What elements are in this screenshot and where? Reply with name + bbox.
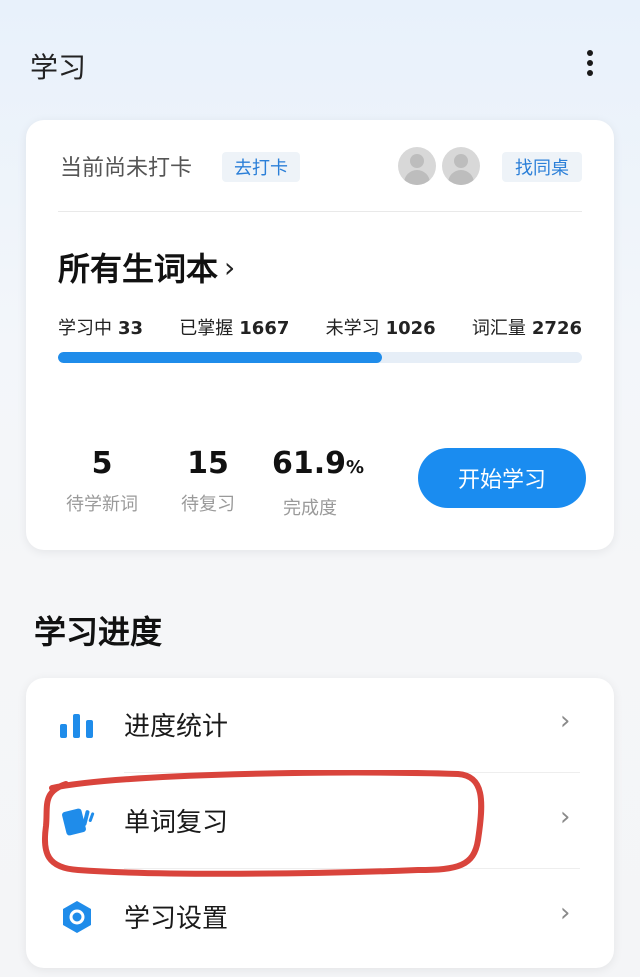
bar-chart-icon	[58, 708, 98, 742]
menu-item-label: 进度统计	[124, 712, 229, 742]
metric-completion: 61.9% 完成度	[272, 446, 364, 520]
chevron-right-icon: ›	[224, 250, 236, 284]
menu-item-word-review[interactable]: 单词复习 ›	[26, 774, 614, 868]
stat-value: 33	[118, 318, 144, 339]
progress-menu-card: 进度统计 › 单词复习 › 学习设置 ›	[26, 678, 614, 968]
stat-learning: 学习中 33	[58, 314, 143, 342]
stat-vocabulary: 词汇量 2726	[472, 314, 582, 342]
find-deskmate-button[interactable]: 找同桌	[502, 152, 582, 182]
menu-item-label: 单词复习	[124, 808, 229, 838]
flashcards-icon	[58, 804, 98, 838]
progress-bar-fill	[58, 352, 383, 363]
stat-unlearned: 未学习 1026	[326, 314, 436, 342]
checkin-button[interactable]: 去打卡	[222, 152, 300, 182]
card-divider	[58, 211, 582, 212]
hexagon-settings-icon	[58, 900, 98, 934]
list-divider	[124, 868, 580, 869]
metric-label: 待复习	[181, 494, 235, 515]
section-title: 学习进度	[34, 613, 163, 651]
stat-value: 1667	[239, 318, 290, 339]
vocab-book-name: 所有生词本	[58, 250, 219, 288]
metric-value: 5	[91, 446, 113, 481]
stat-value: 1026	[385, 318, 436, 339]
deskmate-avatar-2[interactable]	[442, 147, 480, 185]
chevron-right-icon: ›	[560, 706, 571, 736]
stat-label: 词汇量	[471, 318, 526, 339]
avatar-body	[404, 170, 430, 185]
metric-label: 待学新词	[66, 494, 138, 515]
more-dot	[587, 70, 593, 76]
stat-value: 2726	[531, 318, 582, 339]
more-vertical-icon[interactable]	[578, 46, 602, 80]
page-title: 学习	[30, 51, 87, 84]
more-dot	[587, 50, 593, 56]
menu-item-study-settings[interactable]: 学习设置 ›	[26, 870, 614, 964]
avatar-body	[448, 170, 474, 185]
stat-label: 未学习	[325, 318, 380, 339]
chevron-right-icon: ›	[560, 898, 571, 928]
more-dot	[587, 60, 593, 66]
avatar-head	[410, 154, 424, 168]
chevron-right-icon: ›	[560, 802, 571, 832]
metric-new-words: 5 待学新词	[62, 446, 142, 516]
checkin-status: 当前尚未打卡	[60, 156, 193, 181]
avatar-head	[454, 154, 468, 168]
start-learning-button[interactable]: 开始学习	[418, 448, 586, 508]
progress-bar	[58, 352, 582, 363]
word-stats-row: 学习中 33 已掌握 1667 未学习 1026 词汇量 2726	[58, 314, 582, 342]
vocab-book-title[interactable]: 所有生词本 ›	[58, 244, 235, 290]
top-bar: 学习	[0, 0, 640, 110]
menu-item-progress-stats[interactable]: 进度统计 ›	[26, 678, 614, 772]
metric-value: 61.9%	[272, 446, 364, 486]
menu-item-label: 学习设置	[124, 904, 229, 934]
metric-label: 完成度	[283, 498, 337, 519]
study-card: 当前尚未打卡 去打卡 找同桌 所有生词本 › 学习中 33 已掌握 1667 未学习…	[26, 120, 614, 550]
list-divider	[124, 772, 580, 773]
percent-unit: %	[346, 457, 365, 478]
deskmate-avatar-1[interactable]	[398, 147, 436, 185]
stat-mastered: 已掌握 1667	[179, 314, 289, 342]
stat-label: 学习中	[58, 318, 112, 339]
completion-number: 61.9	[272, 446, 347, 481]
metric-value: 15	[187, 446, 229, 481]
stat-label: 已掌握	[179, 318, 234, 339]
metric-review: 15 待复习	[172, 446, 244, 516]
